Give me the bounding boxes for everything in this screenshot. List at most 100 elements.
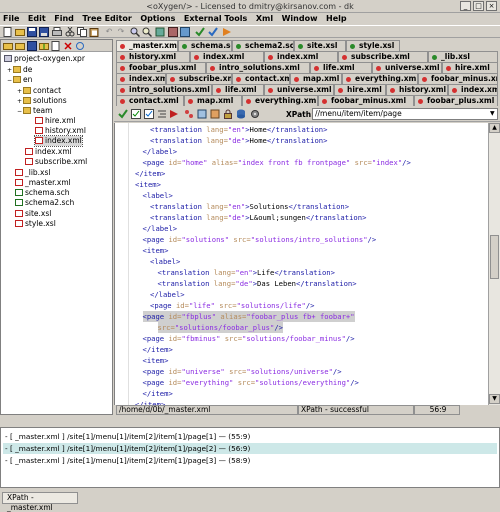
settings-icon[interactable] [250, 109, 260, 119]
code-line[interactable]: </label> [143, 223, 178, 234]
code-line[interactable]: </item> [143, 344, 173, 355]
tab-subscribe-xml[interactable]: subscribe.xml [338, 51, 428, 62]
xml-tool-icon[interactable] [180, 27, 190, 37]
external-tool-icon[interactable] [168, 27, 178, 37]
tab-site-xsl[interactable]: site.xsl [294, 40, 346, 51]
code-line[interactable]: <translation lang="de">Home</translation… [150, 135, 327, 146]
code-line[interactable]: <translation lang="en">Solutions</transl… [150, 201, 349, 212]
tab-schema-sch[interactable]: schema.sch [178, 40, 232, 51]
fo-icon[interactable] [210, 109, 220, 119]
code-line[interactable]: <page id="fbplus" alias="foobar_plus fb+… [142, 311, 355, 322]
tab-everything-xml-2[interactable]: everything.xml [242, 95, 318, 106]
code-editor[interactable]: <translation lang="en">Home</translation… [114, 123, 488, 405]
run-transform-icon[interactable] [169, 109, 179, 119]
menu-help[interactable]: Help [323, 13, 350, 23]
tab-style-xsl[interactable]: style.xsl [346, 40, 400, 51]
tree-node-en[interactable]: − en [7, 75, 32, 85]
code-line[interactable]: </item> [135, 168, 165, 179]
add-file-icon[interactable] [51, 41, 61, 51]
cut-icon[interactable] [65, 26, 75, 37]
copy-icon[interactable] [77, 27, 87, 37]
project-root[interactable]: project-oxygen.xpr [4, 54, 85, 64]
code-line[interactable]: </label> [150, 289, 185, 300]
scroll-thumb[interactable] [490, 235, 499, 279]
code-line[interactable]: <item> [135, 179, 161, 190]
tab-intro-solutions-xml-2[interactable]: intro_solutions.xml [116, 84, 212, 95]
menu-edit[interactable]: Edit [25, 13, 49, 23]
print-icon[interactable] [52, 27, 62, 37]
xslt-debug-icon[interactable] [197, 109, 207, 119]
xpath-input[interactable]: //menu/item/item/page [312, 108, 498, 120]
check-wellformed-icon[interactable] [195, 27, 205, 37]
tab-foobar-minus-xml[interactable]: foobar_minus.xml [418, 73, 498, 84]
tab-index-xml-3[interactable]: index.xml [116, 73, 166, 84]
tab-index-xml-4[interactable]: index.xml [448, 84, 498, 95]
tree-node-schema2[interactable]: schema2.sch [15, 198, 74, 208]
tab-hire-xml[interactable]: hire.xml [442, 62, 498, 73]
tab-index-xml-2[interactable]: index.xml [264, 51, 338, 62]
menu-xml[interactable]: Xml [253, 13, 276, 23]
code-line[interactable]: <translation lang="en">Life</translation… [158, 267, 335, 278]
refresh-icon[interactable] [75, 41, 85, 51]
tab-foobar-plus-xml[interactable]: foobar_plus.xml [116, 62, 206, 73]
tree-node-en-index[interactable]: index.xml [25, 147, 72, 157]
code-line[interactable]: <translation lang="en">Home</translation… [150, 124, 327, 135]
code-line[interactable]: <item> [143, 245, 169, 256]
tab-history-xml[interactable]: history.xml [116, 51, 190, 62]
tree-node-master[interactable]: _master.xml [15, 178, 71, 188]
code-line[interactable]: <page id="everything" src="solutions/eve… [143, 377, 359, 388]
scroll-up-icon[interactable]: ▲ [489, 123, 500, 133]
code-line[interactable]: <page id="solutions" src="solutions/intr… [143, 234, 377, 245]
menu-external-tools[interactable]: External Tools [181, 13, 250, 23]
code-line[interactable]: <page id="home" alias="index front fb fr… [143, 157, 411, 168]
add-folder-icon[interactable] [39, 41, 49, 51]
code-line[interactable]: <label> [150, 256, 180, 267]
xpath-dropdown-icon[interactable]: ▼ [490, 110, 495, 117]
undo-icon[interactable]: ↶ [104, 27, 114, 37]
database-icon[interactable] [236, 109, 246, 119]
tab-subscribe-xml-2[interactable]: subscribe.xml [166, 73, 232, 84]
preferences-icon[interactable] [155, 27, 165, 37]
open-folder-icon[interactable] [15, 27, 25, 37]
result-row[interactable]: - [ _master.xml ] /site[1]/menu[1]/item[… [3, 455, 497, 466]
code-line[interactable]: </item> [143, 388, 173, 399]
tree-node-team-index[interactable]: index.xml [34, 135, 83, 147]
tree-node-hire[interactable]: hire.xml [35, 116, 76, 126]
result-row[interactable]: - [ _master.xml ] /site[1]/menu[1]/item[… [3, 443, 497, 454]
tree-node-de[interactable]: + de [7, 65, 32, 75]
tab-intro-solutions-xml[interactable]: intro_solutions.xml [206, 62, 310, 73]
menu-find[interactable]: Find [51, 13, 77, 23]
save-project-icon[interactable] [27, 41, 37, 51]
code-line[interactable]: <page id="universe" src="solutions/unive… [143, 366, 342, 377]
menu-window[interactable]: Window [279, 13, 321, 23]
tab-map-xml[interactable]: map.xml [290, 73, 342, 84]
tree-node-site[interactable]: site.xsl [15, 209, 51, 219]
schema-validate-icon[interactable] [144, 109, 154, 119]
new-project-icon[interactable] [3, 41, 13, 51]
menu-file[interactable]: File [0, 13, 22, 23]
code-line[interactable]: <page id="life" src="solutions/life"/> [150, 300, 314, 311]
tab-lib-xsl[interactable]: _lib.xsl [428, 51, 498, 62]
code-line[interactable]: </label> [143, 146, 178, 157]
paste-icon[interactable] [89, 27, 99, 37]
maximize-button[interactable]: □ [473, 1, 484, 11]
tab-index-xml[interactable]: index.xml [190, 51, 264, 62]
find-icon[interactable] [130, 27, 141, 38]
tree-node-contact[interactable]: + contact [17, 86, 61, 96]
tab-map-xml-2[interactable]: map.xml [184, 95, 242, 106]
redo-icon[interactable]: ↷ [116, 27, 126, 37]
open-project-icon[interactable] [15, 41, 25, 51]
result-row[interactable]: - [ _master.xml ] /site[1]/menu[1]/item[… [3, 431, 497, 442]
tree-node-subscribe[interactable]: subscribe.xml [25, 157, 87, 167]
close-button[interactable]: × [486, 1, 497, 11]
format-icon[interactable] [157, 109, 167, 119]
tree-node-solutions[interactable]: + solutions [17, 96, 67, 106]
tab-foobar-plus-xml-2[interactable]: foobar_plus.xml [414, 95, 498, 106]
remove-icon[interactable] [63, 41, 73, 51]
tab-contact-xml-2[interactable]: contact.xml [116, 95, 184, 106]
tab-foobar-minus-xml-2[interactable]: foobar_minus.xml [318, 95, 414, 106]
tab-master-xml[interactable]: _master.xml [116, 40, 178, 51]
tab-hire-xml-2[interactable]: hire.xml [334, 84, 386, 95]
save-all-icon[interactable] [39, 27, 49, 37]
code-line[interactable]: src="solutions/foobar_plus"/> [157, 322, 283, 333]
